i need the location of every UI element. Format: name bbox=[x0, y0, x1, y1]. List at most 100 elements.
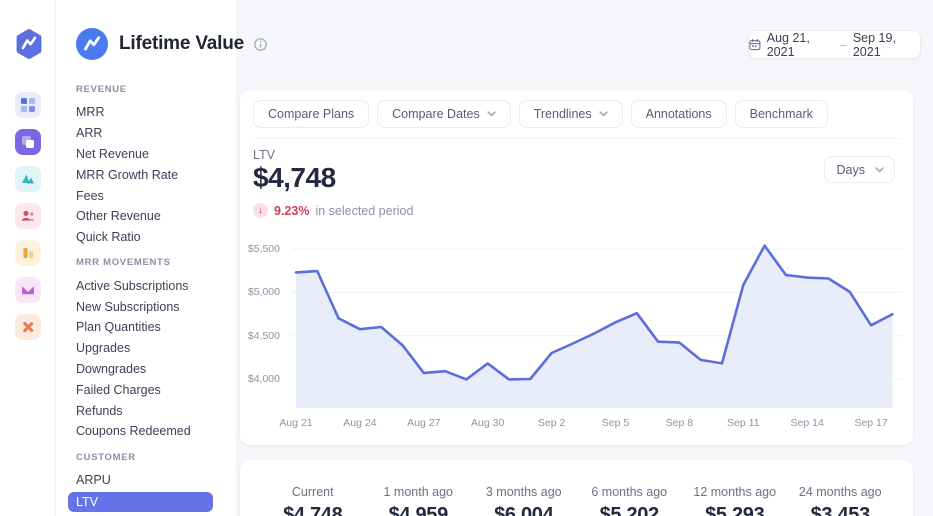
x-axis-tick: Aug 21 bbox=[279, 417, 313, 429]
toolbar-button-compare-plans[interactable]: Compare Plans bbox=[253, 100, 370, 128]
sidebar-item-active-subscriptions[interactable]: Active Subscriptions bbox=[56, 275, 236, 296]
granularity-value: Days bbox=[836, 162, 865, 177]
sidebar-section-mrr-movements: MRR MOVEMENTS Active Subscriptions New Sub… bbox=[56, 257, 236, 441]
summary-value: $4,748 bbox=[283, 504, 343, 516]
people-icon[interactable] bbox=[15, 203, 41, 229]
toolbar-button-compare-dates[interactable]: Compare Dates bbox=[377, 100, 511, 128]
summary-col-3-months-ago: 3 months ago $6,004 bbox=[471, 485, 577, 516]
sidebar-item-net-revenue[interactable]: Net Revenue bbox=[56, 144, 236, 165]
page-title: Lifetime Value bbox=[119, 33, 244, 54]
sidebar-nav: REVENUE MRR ARR Net Revenue MRR Growth Rate F… bbox=[56, 84, 236, 516]
summary-label: Current bbox=[291, 485, 334, 499]
toolbar-button-trendlines[interactable]: Trendlines bbox=[518, 100, 623, 128]
info-icon[interactable] bbox=[254, 37, 267, 51]
summary-col-24-months-ago: 24 months ago $3,453 bbox=[788, 485, 894, 516]
x-axis-tick: Sep 17 bbox=[854, 417, 888, 429]
granularity-select[interactable]: Days bbox=[823, 156, 895, 183]
summary-label: 3 months ago bbox=[485, 485, 562, 499]
sidebar-section-label: MRR MOVEMENTS bbox=[76, 257, 171, 269]
summary-value: $5,202 bbox=[599, 504, 660, 516]
cross-icon[interactable] bbox=[15, 314, 41, 340]
summary-row: Current $4,748 1 month ago $4,959 3 months a… bbox=[240, 460, 913, 516]
metric-value: $4,748 bbox=[253, 162, 336, 193]
date-range-separator: – bbox=[839, 37, 847, 52]
summary-col-6-months-ago: 6 months ago $5,202 bbox=[577, 485, 683, 516]
date-range-end: Sep 19, 2021 bbox=[852, 30, 896, 59]
sidebar-item-mrr[interactable]: MRR bbox=[56, 102, 236, 123]
chevron-down-icon bbox=[875, 166, 884, 172]
metric-change-percent: 9.23% bbox=[274, 203, 310, 218]
summary-card: Current $4,748 1 month ago $4,959 3 months a… bbox=[240, 460, 913, 516]
summary-value: $4,959 bbox=[388, 504, 449, 516]
toolbar-button-benchmark[interactable]: Benchmark bbox=[734, 100, 828, 128]
bar-chart-icon[interactable] bbox=[15, 240, 41, 266]
sidebar-section-label: REVENUE bbox=[76, 84, 127, 95]
x-axis: Aug 21 Aug 24 Aug 27 Aug 30 Sep 2 Sep 5 Sep 8 S… bbox=[279, 417, 903, 431]
sidebar-item-refunds[interactable]: Refunds bbox=[56, 400, 236, 421]
sidebar: REVENUE MRR ARR Net Revenue MRR Growth Rate F… bbox=[56, 0, 236, 516]
sidebar-item-other-revenue[interactable]: Other Revenue bbox=[56, 206, 236, 227]
page-header: Lifetime Value bbox=[76, 28, 267, 60]
toolbar-button-label: Compare Dates bbox=[392, 107, 480, 121]
summary-value: $6,004 bbox=[494, 504, 554, 516]
summary-label: 1 month ago bbox=[383, 485, 454, 499]
sidebar-section-customer: CUSTOMER ARPU LTV bbox=[56, 452, 236, 512]
sidebar-item-mrr-growth-rate[interactable]: MRR Growth Rate bbox=[56, 164, 236, 185]
x-axis-tick: Aug 27 bbox=[407, 417, 441, 429]
ltv-area-chart[interactable] bbox=[292, 243, 903, 408]
sidebar-item-arpu[interactable]: ARPU bbox=[56, 470, 236, 491]
sidebar-item-upgrades[interactable]: Upgrades bbox=[56, 338, 236, 359]
x-axis-tick: Sep 11 bbox=[727, 417, 760, 429]
metric-logo-icon bbox=[76, 28, 108, 60]
y-axis-tick: $4,500 bbox=[247, 329, 280, 342]
sidebar-item-new-subscriptions[interactable]: New Subscriptions bbox=[56, 296, 236, 317]
triangles-icon[interactable] bbox=[15, 166, 41, 192]
sidebar-item-plan-quantities[interactable]: Plan Quantities bbox=[56, 317, 236, 338]
grid-icon[interactable] bbox=[15, 92, 41, 118]
date-range-start: Aug 21, 2021 bbox=[766, 30, 810, 59]
app-logo-icon[interactable] bbox=[14, 28, 44, 60]
sidebar-item-arr[interactable]: ARR bbox=[56, 123, 236, 144]
date-range-picker[interactable]: Aug 21, 2021 – Sep 19, 2021 bbox=[748, 30, 921, 59]
toolbar-button-label: Compare Plans bbox=[268, 107, 355, 121]
summary-value: $5,293 bbox=[705, 504, 765, 516]
chart-card: Compare Plans Compare Dates Trendlines Anno… bbox=[240, 90, 913, 445]
chevron-down-icon bbox=[598, 111, 608, 117]
overlap-squares-icon[interactable] bbox=[15, 129, 41, 155]
envelope-icon[interactable] bbox=[15, 277, 41, 303]
summary-value: $3,453 bbox=[810, 504, 871, 516]
sidebar-item-coupons-redeemed[interactable]: Coupons Redeemed bbox=[56, 421, 236, 442]
summary-label: 12 months ago bbox=[693, 485, 777, 499]
x-axis-tick: Sep 2 bbox=[537, 417, 566, 429]
chevron-down-icon bbox=[487, 111, 496, 117]
summary-label: 6 months ago bbox=[591, 485, 668, 499]
chart-area-fill bbox=[296, 245, 893, 408]
metric-change: ↓ 9.23% in selected period bbox=[253, 203, 413, 218]
sidebar-item-downgrades[interactable]: Downgrades bbox=[56, 359, 236, 380]
y-axis-tick: $5,000 bbox=[247, 286, 280, 299]
summary-label: 24 months ago bbox=[798, 485, 882, 499]
metric-label: LTV bbox=[253, 148, 275, 162]
sidebar-section-label: CUSTOMER bbox=[76, 451, 136, 463]
arrow-down-icon: ↓ bbox=[253, 203, 268, 218]
x-axis-tick: Sep 5 bbox=[601, 417, 630, 429]
chart-toolbar: Compare Plans Compare Dates Trendlines Anno… bbox=[253, 100, 828, 128]
summary-col-1-month-ago: 1 month ago $4,959 bbox=[366, 485, 472, 516]
icon-rail bbox=[0, 0, 56, 516]
sidebar-item-fees[interactable]: Fees bbox=[56, 185, 236, 206]
y-axis-tick: $4,000 bbox=[247, 373, 280, 385]
toolbar-button-label: Annotations bbox=[645, 107, 712, 121]
summary-col-12-months-ago: 12 months ago $5,293 bbox=[682, 485, 788, 516]
sidebar-item-quick-ratio[interactable]: Quick Ratio bbox=[56, 227, 236, 248]
x-axis-tick: Sep 8 bbox=[665, 417, 694, 429]
x-axis-tick: Aug 24 bbox=[343, 417, 377, 429]
sidebar-section-revenue: REVENUE MRR ARR Net Revenue MRR Growth Rate F… bbox=[56, 84, 236, 247]
calendar-icon bbox=[749, 38, 761, 51]
summary-col-current: Current $4,748 bbox=[260, 485, 366, 516]
toolbar-button-annotations[interactable]: Annotations bbox=[630, 100, 727, 128]
x-axis-tick: Aug 30 bbox=[471, 417, 505, 429]
sidebar-item-ltv[interactable]: LTV bbox=[68, 491, 213, 512]
y-axis: $5,500 $5,000 $4,500 $4,000 bbox=[240, 243, 286, 408]
sidebar-item-failed-charges[interactable]: Failed Charges bbox=[56, 379, 236, 400]
y-axis-tick: $5,500 bbox=[247, 243, 280, 256]
